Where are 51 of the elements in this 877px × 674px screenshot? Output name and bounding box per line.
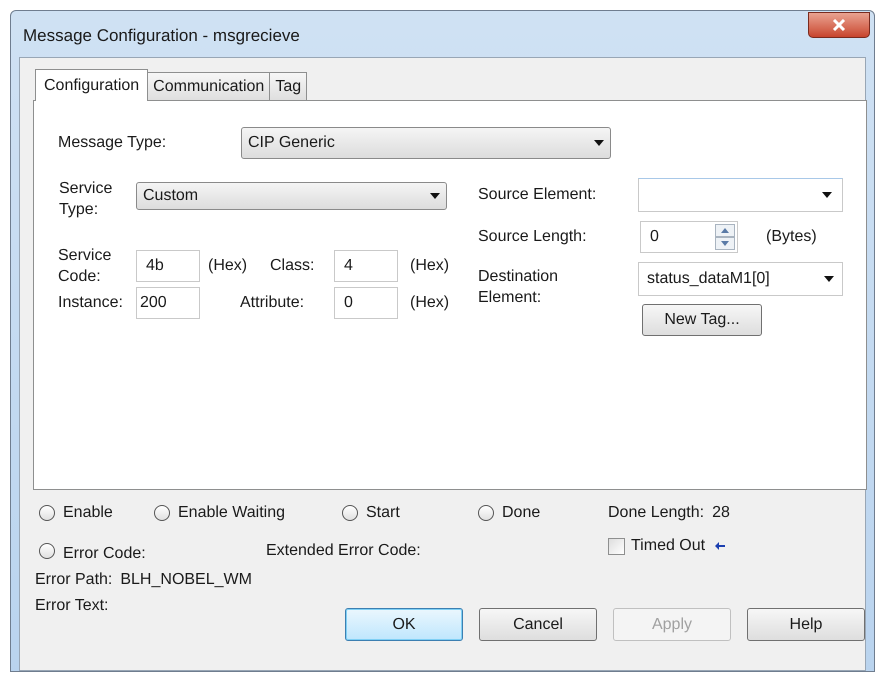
destination-element-dropdown[interactable]: status_dataM1[0] [638,262,843,296]
field-label: Source Element: [478,185,598,205]
status-label: Error Code: [63,544,146,564]
tab[interactable]: Tag [269,72,308,100]
status-label: Start [366,503,400,523]
dialog-button[interactable]: OK [345,608,463,641]
status-label: Done Length: [608,503,704,523]
unit-label: (Hex) [410,293,450,313]
spinner-arrows-icon [715,224,735,250]
service-type-dropdown[interactable]: Custom [136,182,447,210]
field-label: Instance: [58,293,124,313]
status-label: Enable [63,503,113,523]
dialog-button[interactable]: Help [747,608,865,641]
window-title: Message Configuration - msgrecieve [23,25,300,47]
status-label: Enable Waiting [178,503,286,523]
unit-label: (Bytes) [766,227,817,247]
unit-label: (Hex) [410,256,450,276]
close-button[interactable] [808,12,870,38]
status-label: Done [502,503,540,523]
status-label: Error Text: [35,596,110,616]
service-code-field[interactable]: 4b [136,250,200,282]
status-label: Error Path: [35,570,112,590]
unit-label: (Hex) [208,256,248,276]
dialog-button[interactable]: Cancel [479,608,597,641]
field-label: Message Type: [58,133,168,153]
attribute-field[interactable]: 0 [334,287,398,319]
source-length-spinner[interactable]: 0 [640,221,738,253]
class-field[interactable]: 4 [334,250,398,282]
tab[interactable]: Configuration [35,69,148,101]
field-label: Source Length: [478,227,588,247]
message-type-dropdown[interactable]: CIP Generic [241,127,611,159]
field-label: Class: [270,256,316,276]
new-tag-button[interactable]: New Tag... [642,304,762,336]
field-label: Attribute: [240,293,306,313]
left-arrow-icon [715,542,726,550]
dropdown-arrow-icon [594,140,604,146]
checkbox[interactable] [608,538,625,554]
field-label: Destination Element: [478,267,560,308]
dropdown-arrow-icon [430,193,440,199]
field-label: Service Code: [58,246,112,287]
tab[interactable]: Communication [147,72,270,100]
field-label: Service Type: [58,179,114,220]
status-label: Extended Error Code: [266,541,422,561]
instance-field[interactable]: 200 [136,287,200,319]
done-length-value: 28 [712,503,730,523]
close-icon [832,19,846,31]
dropdown-arrow-icon [822,192,832,198]
checkbox-label: Timed Out [631,536,706,556]
dropdown-arrow-icon [824,276,834,282]
source-element-dropdown[interactable] [638,178,843,212]
error-path-value: BLH_NOBEL_WM [120,570,252,590]
